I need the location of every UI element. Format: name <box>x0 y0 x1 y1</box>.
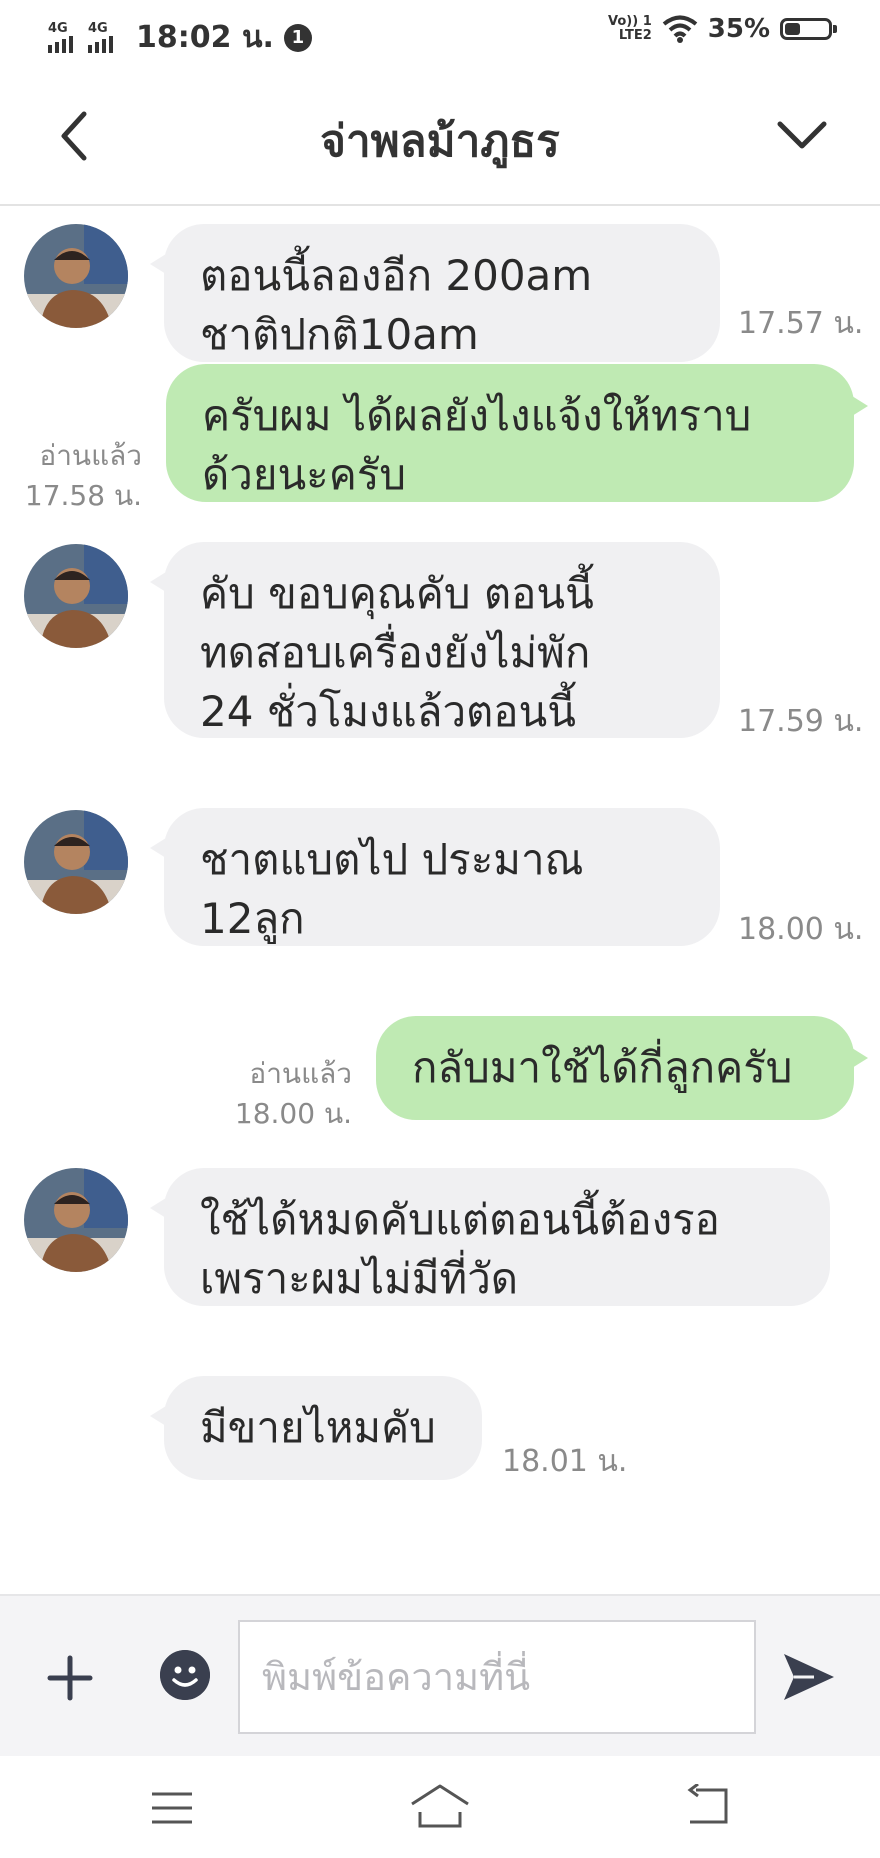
system-nav-bar <box>0 1756 880 1858</box>
message-input[interactable] <box>238 1620 756 1734</box>
avatar-photo <box>24 224 128 328</box>
back-arrow-icon[interactable] <box>684 1784 732 1828</box>
status-bar: 4G 4G 18:02 น. 1 Vo)) 1 LTE2 35% <box>0 0 880 70</box>
volte-indicator: Vo)) 1 LTE2 <box>608 15 652 43</box>
volte-line-1: Vo)) 1 <box>608 14 652 29</box>
read-receipt: อ่านแล้ว <box>249 1057 352 1090</box>
message-time: 18.00 น. <box>234 1097 352 1130</box>
plus-icon[interactable] <box>46 1654 94 1702</box>
chevron-down-icon[interactable] <box>772 114 832 154</box>
message-time: 18.00 น. <box>738 912 864 947</box>
message-time: 18.01 น. <box>502 1444 628 1479</box>
status-right: Vo)) 1 LTE2 35% <box>608 14 837 44</box>
chat-header: จ่าพลม้าภูธร <box>0 70 880 206</box>
menu-icon[interactable] <box>148 1788 196 1828</box>
battery-percent: 35% <box>707 14 770 44</box>
avatar[interactable] <box>24 544 128 648</box>
message-bubble-incoming[interactable]: ชาตแบตไป ประมาณ 12ลูก <box>150 808 720 946</box>
message-time: 17.59 น. <box>738 704 864 739</box>
avatar-photo <box>24 1168 128 1272</box>
contact-name[interactable]: จ่าพลม้าภูธร <box>0 106 880 176</box>
message-time: 17.58 น. <box>24 479 142 512</box>
message-bubble-outgoing[interactable]: กลับมาใช้ได้กี่ลูกครับ <box>376 1016 868 1120</box>
signal-icon: 4G <box>88 20 118 53</box>
avatar-photo <box>24 810 128 914</box>
message-bubble-outgoing[interactable]: ครับผม ได้ผลยังไงแจ้งให้ทราบ ด้วยนะครับ <box>166 364 868 502</box>
avatar-photo <box>24 544 128 648</box>
volte-line-2: LTE2 <box>618 28 652 43</box>
signal-icon: 4G <box>48 20 78 53</box>
status-left: 4G 4G 18:02 น. 1 <box>48 14 312 61</box>
read-receipt: อ่านแล้ว <box>39 439 142 472</box>
send-icon[interactable] <box>780 1650 838 1704</box>
message-list[interactable]: ตอนนี้ลองอีก 200am ชาติปกติ10am 17.57 น.… <box>0 206 880 1592</box>
message-time: 17.57 น. <box>738 306 864 341</box>
message-composer <box>0 1594 880 1756</box>
smiley-icon[interactable] <box>160 1650 210 1700</box>
clock: 18:02 น. <box>136 20 274 55</box>
message-meta: อ่านแล้ว 18.00 น. <box>235 1054 352 1134</box>
wifi-icon <box>662 15 698 43</box>
message-bubble-incoming[interactable]: ตอนนี้ลองอีก 200am ชาติปกติ10am <box>150 224 720 362</box>
notification-badge: 1 <box>283 23 312 52</box>
avatar[interactable] <box>24 224 128 328</box>
battery-icon <box>780 18 837 40</box>
message-bubble-incoming[interactable]: ใช้ได้หมดคับแต่ตอนนี้ต้องรอ เพราะผมไม่มี… <box>150 1168 830 1306</box>
network-type-2: 4G <box>88 20 108 36</box>
avatar[interactable] <box>24 810 128 914</box>
message-bubble-incoming[interactable]: คับ ขอบคุณคับ ตอนนี้ ทดสอบเครื่องยังไม่พ… <box>150 542 720 738</box>
message-meta: อ่านแล้ว 17.58 น. <box>25 436 142 516</box>
home-icon[interactable] <box>408 1782 472 1830</box>
message-bubble-incoming[interactable]: มีขายไหมคับ <box>150 1376 482 1480</box>
network-type-1: 4G <box>48 20 68 36</box>
avatar[interactable] <box>24 1168 128 1272</box>
